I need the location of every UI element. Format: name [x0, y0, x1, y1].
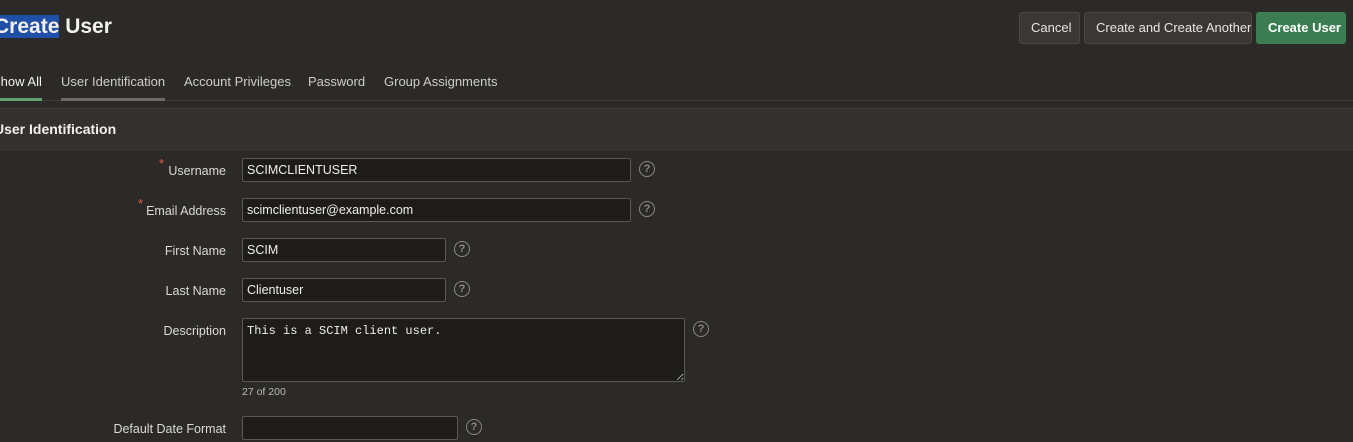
tab-user-identification[interactable]: User Identification — [61, 74, 166, 101]
character-counter: 27 of 200 — [242, 386, 286, 398]
help-icon[interactable]: ? — [454, 241, 470, 257]
email-input[interactable] — [242, 198, 631, 222]
help-icon[interactable]: ? — [639, 201, 655, 217]
tab-show-all[interactable]: Show All — [0, 74, 42, 101]
tab-bar: Show All User Identification Account Pri… — [0, 58, 1353, 101]
tab-password[interactable]: Password — [308, 74, 365, 98]
date-format-input[interactable] — [242, 416, 458, 440]
tab-group-assignments[interactable]: Group Assignments — [384, 74, 497, 98]
required-asterisk: * — [138, 196, 144, 211]
create-and-create-another-button[interactable]: Create and Create Another — [1084, 12, 1252, 44]
help-icon[interactable]: ? — [639, 161, 655, 177]
help-icon[interactable]: ? — [466, 419, 482, 435]
tab-account-privileges[interactable]: Account Privileges — [184, 74, 291, 98]
page-title: Create User — [0, 15, 112, 39]
page-title-rest: User — [59, 15, 112, 38]
help-icon[interactable]: ? — [693, 321, 709, 337]
description-textarea[interactable]: This is a SCIM client user. — [242, 318, 685, 382]
description-label: Description — [163, 324, 226, 338]
last-name-input[interactable] — [242, 278, 446, 302]
email-label: Email Address — [146, 204, 226, 218]
username-label: Username — [168, 164, 226, 178]
cancel-button[interactable]: Cancel — [1019, 12, 1080, 44]
region-title: User Identification — [0, 121, 117, 137]
username-input[interactable] — [242, 158, 631, 182]
first-name-input[interactable] — [242, 238, 446, 262]
last-name-label: Last Name — [165, 284, 226, 298]
help-icon[interactable]: ? — [454, 281, 470, 297]
first-name-label: First Name — [164, 244, 226, 258]
date-format-label: Default Date Format — [113, 422, 226, 436]
page-header: Create User Cancel Create and Create Ano… — [0, 0, 1353, 58]
page-title-selected: Create — [0, 15, 60, 38]
create-user-button[interactable]: Create User — [1256, 12, 1346, 44]
region-header: User Identification — [0, 108, 1353, 150]
required-asterisk: * — [159, 156, 165, 171]
create-user-page: Create User Cancel Create and Create Ano… — [0, 0, 1353, 442]
